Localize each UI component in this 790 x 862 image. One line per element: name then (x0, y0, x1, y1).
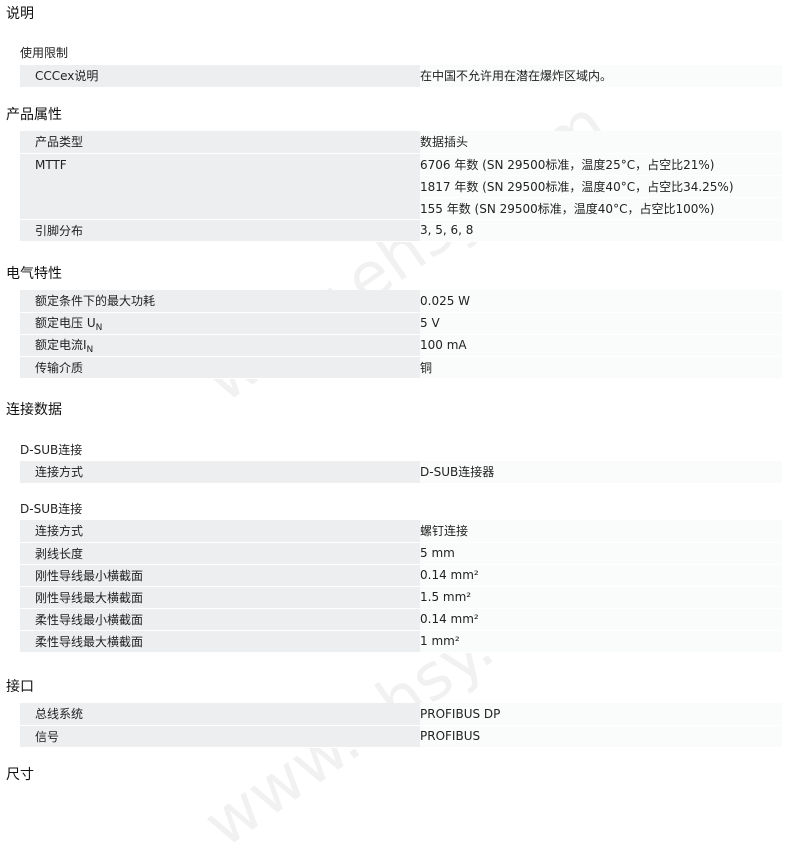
row-value: 0.025 W (420, 290, 782, 313)
table-row: 额定条件下的最大功耗 0.025 W (20, 290, 782, 313)
row-value: PROFIBUS (420, 725, 782, 748)
table-row: 产品类型 数据插头 (20, 131, 782, 154)
label-main: 额定电压 U (35, 315, 96, 330)
table-row: 剥线长度 5 mm (20, 542, 782, 565)
section-title-dimensions: 尺寸 (6, 767, 34, 783)
row-value: 3, 5, 6, 8 (420, 219, 782, 242)
row-label: MTTF (20, 153, 420, 220)
row-label: 传输介质 (20, 356, 420, 379)
row-value: 铜 (420, 356, 782, 379)
section-title-product: 产品属性 (6, 107, 62, 123)
table-row: 信号 PROFIBUS (20, 725, 782, 748)
row-label: 剥线长度 (20, 542, 420, 565)
spec-page: www.ehsy.com www.ehsy.com 说明 使用限制 CCCex说… (0, 0, 790, 862)
row-value: 螺钉连接 (420, 520, 782, 543)
row-label: 柔性导线最小横截面 (20, 608, 420, 631)
table-row: 总线系统 PROFIBUS DP (20, 703, 782, 726)
table-row: 连接方式 D-SUB连接器 (20, 461, 782, 484)
subsection-title-usage-limits: 使用限制 (20, 46, 69, 60)
row-value: 数据插头 (420, 131, 782, 154)
table-row: 刚性导线最小横截面 0.14 mm² (20, 564, 782, 587)
row-label: CCCex说明 (20, 65, 420, 88)
row-label: 总线系统 (20, 703, 420, 726)
table-row: 额定电流IN 100 mA (20, 334, 782, 357)
product-table: 产品类型 数据插头 MTTF 6706 年数 (SN 29500标准，温度25°… (20, 131, 782, 242)
description-table: CCCex说明 在中国不允许用在潜在爆炸区域内。 (20, 65, 782, 88)
row-label: 额定电流IN (20, 334, 420, 357)
section-title-interface: 接口 (6, 679, 34, 695)
electrical-table: 额定条件下的最大功耗 0.025 W 额定电压 UN 5 V 额定电流IN 10… (20, 290, 782, 379)
interface-table: 总线系统 PROFIBUS DP 信号 PROFIBUS (20, 703, 782, 748)
connection-table-2: 连接方式 螺钉连接 剥线长度 5 mm 刚性导线最小横截面 0.14 mm² 刚… (20, 520, 782, 653)
row-value: 100 mA (420, 334, 782, 357)
row-value: PROFIBUS DP (420, 703, 782, 726)
row-label: 额定电压 UN (20, 312, 420, 335)
row-value: D-SUB连接器 (420, 461, 782, 484)
row-value: 在中国不允许用在潜在爆炸区域内。 (420, 65, 782, 88)
row-label: 引脚分布 (20, 219, 420, 242)
row-label: 信号 (20, 725, 420, 748)
table-row: 引脚分布 3, 5, 6, 8 (20, 219, 782, 242)
row-value: 155 年数 (SN 29500标准，温度40°C，占空比100%) (420, 197, 782, 220)
row-label: 连接方式 (20, 461, 420, 484)
table-row: 额定电压 UN 5 V (20, 312, 782, 335)
row-label: 连接方式 (20, 520, 420, 543)
row-label: 产品类型 (20, 131, 420, 154)
row-label: 刚性导线最大横截面 (20, 586, 420, 609)
row-value: 1 mm² (420, 630, 782, 653)
table-row: CCCex说明 在中国不允许用在潜在爆炸区域内。 (20, 65, 782, 88)
table-row: 传输介质 铜 (20, 356, 782, 379)
label-subscript: N (95, 322, 103, 333)
subsection-title-dsub-1: D-SUB连接 (20, 443, 83, 457)
row-label: 额定条件下的最大功耗 (20, 290, 420, 313)
section-title-electrical: 电气特性 (6, 266, 62, 282)
row-value: 6706 年数 (SN 29500标准，温度25°C，占空比21%) (420, 153, 782, 176)
row-value: 1817 年数 (SN 29500标准，温度40°C，占空比34.25%) (420, 175, 782, 198)
row-value: 0.14 mm² (420, 564, 782, 587)
table-row: 柔性导线最小横截面 0.14 mm² (20, 608, 782, 631)
row-value: 5 mm (420, 542, 782, 565)
row-value: 0.14 mm² (420, 608, 782, 631)
label-main: 额定电流I (35, 337, 87, 352)
table-row: 刚性导线最大横截面 1.5 mm² (20, 586, 782, 609)
row-value: 5 V (420, 312, 782, 335)
row-label: 刚性导线最小横截面 (20, 564, 420, 587)
section-title-connection: 连接数据 (6, 402, 62, 418)
connection-table-1: 连接方式 D-SUB连接器 (20, 461, 782, 484)
table-row: 柔性导线最大横截面 1 mm² (20, 630, 782, 653)
table-row: MTTF 6706 年数 (SN 29500标准，温度25°C，占空比21%) (20, 153, 782, 220)
section-title-description: 说明 (6, 6, 34, 22)
row-value: 1.5 mm² (420, 586, 782, 609)
table-row: 连接方式 螺钉连接 (20, 520, 782, 543)
row-label: 柔性导线最大横截面 (20, 630, 420, 653)
label-subscript: N (86, 344, 94, 355)
subsection-title-dsub-2: D-SUB连接 (20, 502, 83, 516)
